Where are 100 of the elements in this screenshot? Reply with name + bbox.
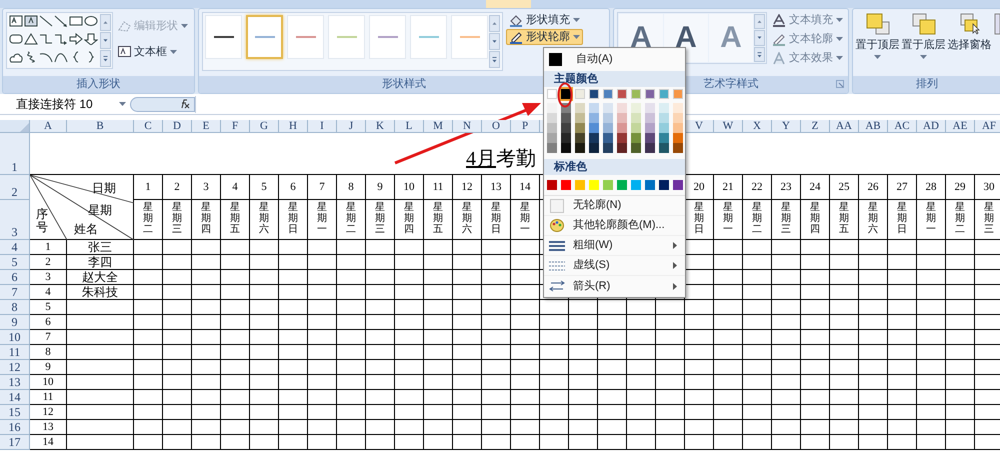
color-swatch[interactable] — [645, 143, 655, 153]
text-style-button[interactable]: 文本轮廓 — [772, 31, 843, 47]
color-swatch[interactable] — [547, 123, 557, 133]
color-swatch[interactable] — [645, 180, 655, 190]
color-swatch[interactable] — [631, 133, 641, 143]
color-swatch[interactable] — [659, 89, 669, 99]
color-swatch[interactable] — [631, 113, 641, 123]
column-header[interactable]: J — [337, 120, 366, 133]
ellipse-icon[interactable] — [84, 15, 98, 27]
column-header[interactable]: L — [395, 120, 424, 133]
menu-item[interactable]: 无轮廓(N) — [544, 196, 685, 216]
column-header[interactable]: V — [685, 120, 714, 133]
column-header[interactable]: AE — [946, 120, 975, 133]
color-swatch[interactable] — [617, 133, 627, 143]
color-swatch[interactable] — [631, 123, 641, 133]
color-swatch[interactable] — [561, 89, 571, 99]
column-header[interactable]: D — [163, 120, 192, 133]
more-icon[interactable] — [754, 46, 765, 62]
color-swatch[interactable] — [575, 123, 585, 133]
color-swatch[interactable] — [589, 89, 599, 99]
color-swatch[interactable] — [575, 89, 585, 99]
menu-item[interactable]: 箭头(R) — [544, 276, 685, 296]
color-swatch[interactable] — [659, 123, 669, 133]
align-icon[interactable] — [994, 12, 1000, 36]
scroll-up-icon[interactable] — [489, 15, 500, 32]
down-arrow-icon[interactable] — [84, 33, 98, 45]
text-box-button[interactable]: 文本框 — [118, 44, 188, 60]
scroll-down-icon[interactable] — [489, 33, 500, 50]
row-header[interactable]: 13 — [0, 375, 30, 390]
color-swatch[interactable] — [617, 103, 627, 113]
select-all-corner[interactable] — [0, 120, 30, 133]
text-style-button[interactable]: 文本效果 — [772, 50, 843, 66]
color-swatch[interactable] — [673, 123, 683, 133]
row-header[interactable]: 2 — [0, 175, 30, 200]
column-header[interactable]: N — [453, 120, 482, 133]
color-swatch[interactable] — [645, 89, 655, 99]
color-swatch[interactable] — [561, 133, 571, 143]
column-header[interactable]: AF — [975, 120, 1000, 133]
color-swatch[interactable] — [561, 123, 571, 133]
row-header[interactable]: 10 — [0, 330, 30, 345]
scroll-down-icon[interactable] — [754, 30, 765, 46]
column-header[interactable]: AC — [888, 120, 917, 133]
contextual-tab[interactable] — [486, 0, 531, 8]
column-header[interactable]: Y — [772, 120, 801, 133]
row-header[interactable]: 9 — [0, 315, 30, 330]
color-swatch[interactable] — [547, 89, 557, 99]
column-header[interactable]: O — [482, 120, 511, 133]
row-header[interactable]: 17 — [0, 435, 30, 450]
column-header[interactable]: M — [424, 120, 453, 133]
arc-icon[interactable] — [39, 51, 53, 63]
color-swatch[interactable] — [547, 103, 557, 113]
column-header[interactable]: P — [511, 120, 540, 133]
color-swatch[interactable] — [603, 143, 613, 153]
color-swatch[interactable] — [603, 113, 613, 123]
color-swatch[interactable] — [589, 103, 599, 113]
rectangle-icon[interactable] — [69, 15, 83, 27]
row-header[interactable]: 6 — [0, 270, 30, 285]
curve-icon[interactable] — [54, 51, 68, 63]
column-header[interactable]: AA — [830, 120, 859, 133]
text-style-button[interactable]: 文本填充 — [772, 12, 843, 28]
column-header[interactable]: X — [743, 120, 772, 133]
shape-fill-button[interactable]: 形状填充 — [506, 12, 583, 28]
rounded-rectangle-icon[interactable] — [9, 33, 23, 45]
row-header[interactable]: 12 — [0, 360, 30, 375]
elbow-arrow-icon[interactable] — [54, 33, 68, 45]
color-swatch[interactable] — [659, 113, 669, 123]
row-header[interactable]: 8 — [0, 300, 30, 315]
color-swatch[interactable] — [659, 143, 669, 153]
row-header[interactable]: 15 — [0, 405, 30, 420]
color-swatch[interactable] — [575, 180, 585, 190]
arrange-button[interactable]: 选择窗格 — [948, 12, 991, 54]
triangle-icon[interactable] — [24, 33, 38, 45]
scroll-up-icon[interactable] — [754, 14, 765, 30]
color-swatch[interactable] — [603, 180, 613, 190]
color-swatch[interactable] — [547, 133, 557, 143]
color-swatch[interactable] — [631, 103, 641, 113]
color-swatch[interactable] — [673, 133, 683, 143]
color-swatch[interactable] — [617, 143, 627, 153]
color-swatch[interactable] — [561, 180, 571, 190]
column-header[interactable]: AB — [859, 120, 888, 133]
color-swatch[interactable] — [603, 133, 613, 143]
color-swatch[interactable] — [617, 180, 627, 190]
column-header[interactable]: C — [134, 120, 163, 133]
color-swatch[interactable] — [631, 89, 641, 99]
color-swatch[interactable] — [673, 89, 683, 99]
color-swatch[interactable] — [617, 113, 627, 123]
line-icon[interactable] — [39, 15, 53, 27]
row-header[interactable]: 14 — [0, 390, 30, 405]
color-swatch[interactable] — [673, 103, 683, 113]
menu-item[interactable]: 粗细(W) — [544, 236, 685, 256]
text-box-icon[interactable] — [9, 15, 23, 27]
color-swatch[interactable] — [575, 113, 585, 123]
vertical-text-box-icon[interactable] — [24, 15, 38, 27]
color-swatch[interactable] — [673, 180, 683, 190]
color-swatch[interactable] — [603, 123, 613, 133]
row-header[interactable]: 5 — [0, 255, 30, 270]
color-swatch[interactable] — [575, 143, 585, 153]
line-style-swatch[interactable] — [246, 15, 283, 59]
color-swatch[interactable] — [659, 103, 669, 113]
color-swatch[interactable] — [589, 180, 599, 190]
